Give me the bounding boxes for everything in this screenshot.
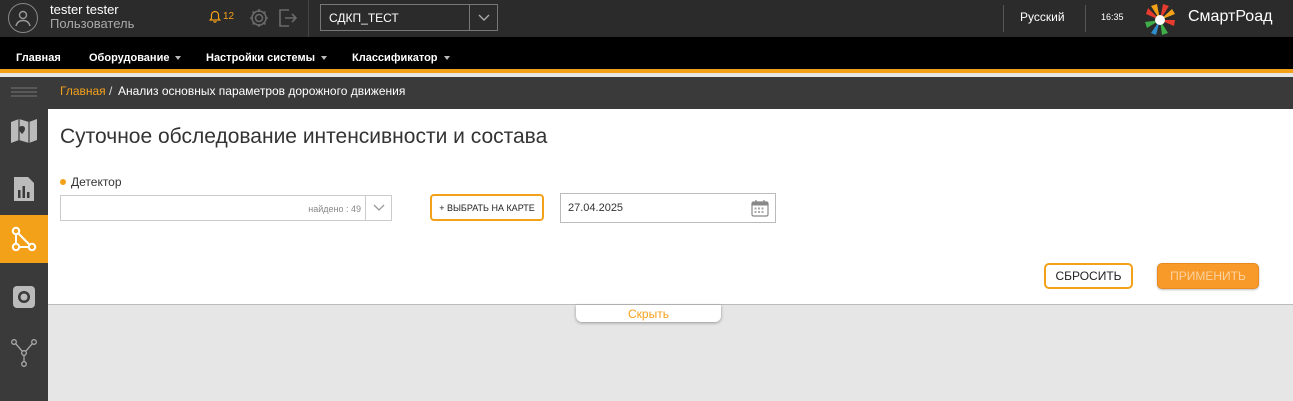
date-field[interactable]: 27.04.2025 bbox=[560, 193, 776, 223]
user-name: tester tester bbox=[50, 2, 119, 17]
caret-down-icon bbox=[320, 56, 327, 60]
caret-down-icon bbox=[175, 56, 182, 60]
clock: 16:35 bbox=[1101, 12, 1124, 22]
hide-panel-tab[interactable]: Скрыть bbox=[576, 305, 721, 322]
language-switcher[interactable]: Русский bbox=[1020, 10, 1065, 24]
breadcrumb-home-link[interactable]: Главная bbox=[60, 84, 106, 98]
menu-item-home[interactable]: Главная bbox=[16, 52, 61, 64]
header-divider bbox=[308, 0, 309, 37]
report-chart-icon[interactable] bbox=[0, 165, 48, 213]
reset-button[interactable]: СБРОСИТЬ bbox=[1044, 263, 1133, 289]
chevron-down-icon[interactable] bbox=[469, 5, 497, 30]
notifications-button[interactable]: 12 bbox=[209, 10, 234, 23]
top-bar: tester tester Пользователь 12 СДКП_ТЕСТ … bbox=[0, 0, 1293, 37]
system-select[interactable]: СДКП_ТЕСТ bbox=[320, 4, 498, 31]
logout-icon[interactable] bbox=[277, 7, 297, 29]
map-icon[interactable] bbox=[0, 107, 48, 155]
bell-icon bbox=[209, 10, 221, 23]
brand-name: СмартРоад bbox=[1188, 8, 1273, 25]
menu-item-equipment[interactable]: Оборудование bbox=[89, 52, 182, 64]
menu-item-system-settings[interactable]: Настройки системы bbox=[206, 52, 327, 64]
detector-found-count: найдено : 49 bbox=[308, 204, 361, 214]
header-divider bbox=[1003, 5, 1004, 32]
apply-button[interactable]: ПРИМЕНИТЬ bbox=[1157, 263, 1259, 289]
user-role: Пользователь bbox=[50, 16, 135, 31]
main-menu: Главная Оборудование Настройки системы К… bbox=[0, 37, 1293, 73]
menu-item-label: Настройки системы bbox=[206, 52, 315, 64]
breadcrumb-separator: / bbox=[109, 84, 113, 98]
notifications-count: 12 bbox=[223, 11, 235, 22]
breadcrumb-current: Анализ основных параметров дорожного дви… bbox=[118, 84, 406, 98]
detector-label: Детектор bbox=[60, 175, 122, 189]
system-select-value: СДКП_ТЕСТ bbox=[329, 11, 399, 25]
select-on-map-button[interactable]: + ВЫБРАТЬ НА КАРТЕ bbox=[430, 194, 544, 221]
network-nodes-icon[interactable] bbox=[0, 329, 48, 377]
smartroad-logo-icon bbox=[1145, 4, 1175, 35]
gear-icon[interactable] bbox=[248, 7, 270, 29]
caret-down-icon bbox=[443, 56, 450, 60]
menu-item-label: Классификатор bbox=[352, 52, 438, 64]
menu-item-label: Оборудование bbox=[89, 52, 170, 64]
filter-panel: Суточное обследование интенсивности и со… bbox=[48, 109, 1293, 305]
sidebar bbox=[0, 77, 48, 401]
date-value: 27.04.2025 bbox=[568, 202, 624, 214]
calendar-icon[interactable] bbox=[751, 199, 769, 217]
user-avatar-icon[interactable] bbox=[8, 3, 38, 33]
detector-label-text: Детектор bbox=[71, 175, 122, 189]
menu-item-label: Главная bbox=[16, 52, 61, 64]
detector-select[interactable]: найдено : 49 bbox=[60, 195, 392, 221]
menu-lines-icon[interactable] bbox=[0, 77, 48, 107]
route-nodes-icon[interactable] bbox=[0, 215, 48, 263]
camera-device-icon[interactable] bbox=[0, 273, 48, 321]
breadcrumb: Главная / Анализ основных параметров дор… bbox=[48, 77, 1293, 109]
chevron-down-icon[interactable] bbox=[365, 196, 391, 220]
header-divider bbox=[1085, 5, 1086, 32]
required-dot-icon bbox=[60, 179, 66, 185]
page-title: Суточное обследование интенсивности и со… bbox=[60, 125, 548, 148]
menu-item-classifier[interactable]: Классификатор bbox=[352, 52, 450, 64]
